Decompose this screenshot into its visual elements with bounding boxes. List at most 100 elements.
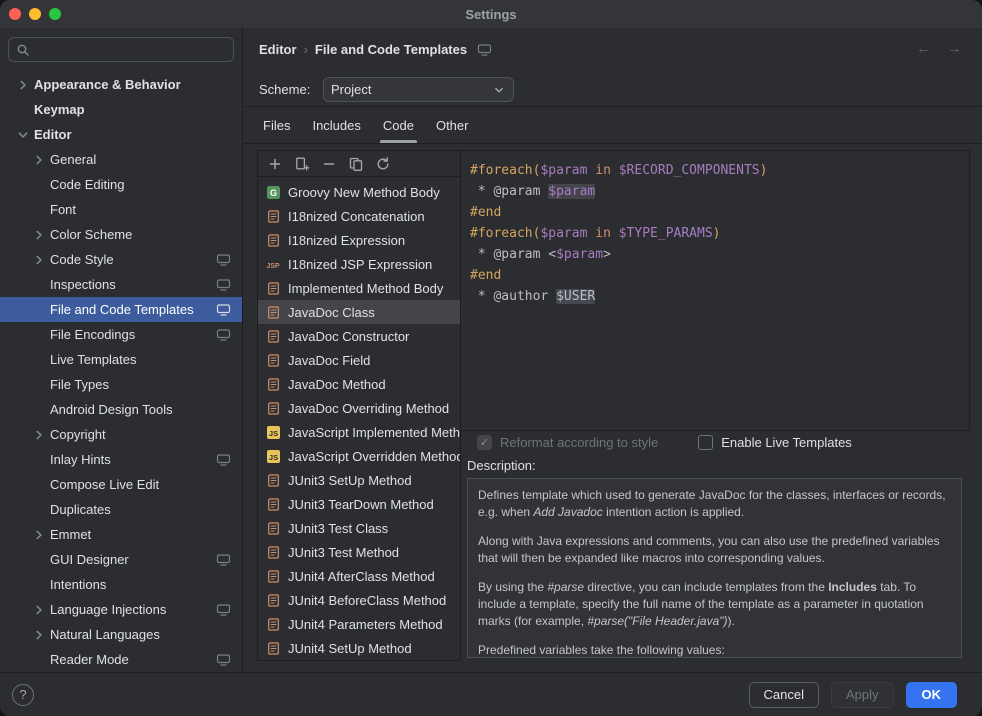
template-item-javadoc-class[interactable]: JavaDoc Class	[258, 300, 460, 324]
cancel-button[interactable]: Cancel	[749, 682, 819, 708]
tab-other[interactable]: Other	[425, 107, 480, 143]
template-item-javadoc-constructor[interactable]: JavaDoc Constructor	[258, 324, 460, 348]
template-item-javascript-implemented-method[interactable]: JSJavaScript Implemented Method	[258, 420, 460, 444]
chevron-down-icon[interactable]	[14, 128, 31, 142]
template-item-implemented-method-body[interactable]: Implemented Method Body	[258, 276, 460, 300]
chevron-right-icon[interactable]	[30, 253, 47, 267]
template-item-javascript-overridden-method[interactable]: JSJavaScript Overridden Method	[258, 444, 460, 468]
copy-template-icon[interactable]	[348, 156, 364, 172]
template-item-junit4-afterclass-method[interactable]: JUnit4 AfterClass Method	[258, 564, 460, 588]
template-item-junit4-setup-method[interactable]: JUnit4 SetUp Method	[258, 636, 460, 660]
traffic-lights	[9, 8, 61, 20]
sidebar-item-label: Inspections	[50, 277, 116, 292]
live-templates-checkbox-group[interactable]: Enable Live Templates	[698, 435, 852, 450]
settings-search-field[interactable]	[8, 37, 234, 62]
sidebar-item-label: Code Editing	[50, 177, 124, 192]
template-item-junit3-teardown-method[interactable]: JUnit3 TearDown Method	[258, 492, 460, 516]
sidebar-item-color-scheme[interactable]: Color Scheme	[0, 222, 242, 247]
reset-templates-icon[interactable]	[375, 156, 391, 172]
breadcrumb-item-current: File and Code Templates	[315, 42, 467, 57]
ok-button[interactable]: OK	[906, 682, 958, 708]
forward-button[interactable]: →	[947, 40, 962, 57]
description-box[interactable]: Defines template which used to generate …	[467, 478, 962, 658]
template-item-label: JUnit4 SetUp Method	[288, 641, 412, 656]
add-template-icon[interactable]	[267, 156, 283, 172]
sidebar-item-android-design-tools[interactable]: Android Design Tools	[0, 397, 242, 422]
template-item-groovy-new-method-body[interactable]: GGroovy New Method Body	[258, 180, 460, 204]
template-item-label: JUnit4 Parameters Method	[288, 617, 443, 632]
template-options: ✓ Reformat according to style Enable Liv…	[477, 435, 852, 450]
reformat-label: Reformat according to style	[500, 435, 658, 450]
sidebar-item-inlay-hints[interactable]: Inlay Hints	[0, 447, 242, 472]
live-templates-checkbox[interactable]	[698, 435, 713, 450]
sidebar-item-label: Language Injections	[50, 602, 166, 617]
create-child-template-icon[interactable]	[294, 156, 310, 172]
sidebar-item-duplicates[interactable]: Duplicates	[0, 497, 242, 522]
sidebar-item-general[interactable]: General	[0, 147, 242, 172]
screen-icon	[216, 553, 231, 567]
chevron-right-icon[interactable]	[30, 628, 47, 642]
sidebar-item-natural-languages[interactable]: Natural Languages	[0, 622, 242, 647]
description-label: Description:	[467, 458, 536, 473]
reformat-checkbox[interactable]: ✓	[477, 435, 492, 450]
sidebar-item-keymap[interactable]: Keymap	[0, 97, 242, 122]
zoom-window-button[interactable]	[49, 8, 61, 20]
sidebar-item-file-types[interactable]: File Types	[0, 372, 242, 397]
template-item-label: JUnit3 Test Method	[288, 545, 399, 560]
template-item-javadoc-method[interactable]: JavaDoc Method	[258, 372, 460, 396]
sidebar-item-file-encodings[interactable]: File Encodings	[0, 322, 242, 347]
description-paragraph: Predefined variables take the following …	[478, 642, 951, 658]
remove-template-icon[interactable]	[321, 156, 337, 172]
help-button[interactable]: ?	[12, 684, 34, 706]
template-item-junit3-setup-method[interactable]: JUnit3 SetUp Method	[258, 468, 460, 492]
template-file-icon	[264, 641, 282, 656]
chevron-right-icon[interactable]	[30, 153, 47, 167]
template-item-junit4-beforeclass-method[interactable]: JUnit4 BeforeClass Method	[258, 588, 460, 612]
template-item-junit3-test-class[interactable]: JUnit3 Test Class	[258, 516, 460, 540]
sidebar-item-label: File Encodings	[50, 327, 135, 342]
breadcrumb-item-editor[interactable]: Editor	[259, 42, 297, 57]
reformat-checkbox-group[interactable]: ✓ Reformat according to style	[477, 435, 658, 450]
template-item-i18nized-concatenation[interactable]: I18nized Concatenation	[258, 204, 460, 228]
sidebar-item-file-and-code-templates[interactable]: File and Code Templates	[0, 297, 242, 322]
template-item-javadoc-field[interactable]: JavaDoc Field	[258, 348, 460, 372]
template-item-junit3-test-method[interactable]: JUnit3 Test Method	[258, 540, 460, 564]
sidebar-item-live-templates[interactable]: Live Templates	[0, 347, 242, 372]
sidebar-item-font[interactable]: Font	[0, 197, 242, 222]
sidebar-item-code-editing[interactable]: Code Editing	[0, 172, 242, 197]
sidebar-item-copyright[interactable]: Copyright	[0, 422, 242, 447]
close-window-button[interactable]	[9, 8, 21, 20]
sidebar-item-code-style[interactable]: Code Style	[0, 247, 242, 272]
sidebar-item-intentions[interactable]: Intentions	[0, 572, 242, 597]
chevron-right-icon[interactable]	[30, 528, 47, 542]
sidebar-item-label: Android Design Tools	[50, 402, 173, 417]
chevron-right-icon[interactable]	[14, 78, 31, 92]
chevron-right-icon[interactable]	[30, 428, 47, 442]
minimize-window-button[interactable]	[29, 8, 41, 20]
template-item-junit4-parameters-method[interactable]: JUnit4 Parameters Method	[258, 612, 460, 636]
sidebar-item-language-injections[interactable]: Language Injections	[0, 597, 242, 622]
template-item-i18nized-expression[interactable]: I18nized Expression	[258, 228, 460, 252]
template-item-javadoc-overriding-method[interactable]: JavaDoc Overriding Method	[258, 396, 460, 420]
chevron-right-icon[interactable]	[30, 603, 47, 617]
template-file-icon	[264, 521, 282, 536]
sidebar-item-emmet[interactable]: Emmet	[0, 522, 242, 547]
sidebar-item-editor[interactable]: Editor	[0, 122, 242, 147]
tab-includes[interactable]: Includes	[301, 107, 371, 143]
sidebar-item-gui-designer[interactable]: GUI Designer	[0, 547, 242, 572]
sidebar-item-compose-live-edit[interactable]: Compose Live Edit	[0, 472, 242, 497]
tab-code[interactable]: Code	[372, 107, 425, 143]
chevron-right-icon[interactable]	[30, 228, 47, 242]
template-item-label: JUnit4 BeforeClass Method	[288, 593, 446, 608]
apply-button[interactable]: Apply	[831, 682, 894, 708]
code-line: #foreach($param in $TYPE_PARAMS)	[470, 223, 969, 244]
back-button[interactable]: ←	[916, 40, 931, 57]
tab-files[interactable]: Files	[252, 107, 301, 143]
sidebar-item-inspections[interactable]: Inspections	[0, 272, 242, 297]
sidebar-item-reader-mode[interactable]: Reader Mode	[0, 647, 242, 672]
template-item-i18nized-jsp-expression[interactable]: JSPI18nized JSP Expression	[258, 252, 460, 276]
search-input[interactable]	[35, 42, 226, 57]
scheme-select[interactable]: Project	[323, 77, 514, 102]
template-editor[interactable]: #foreach($param in $RECORD_COMPONENTS) *…	[460, 150, 970, 431]
sidebar-item-appearance-behavior[interactable]: Appearance & Behavior	[0, 72, 242, 97]
